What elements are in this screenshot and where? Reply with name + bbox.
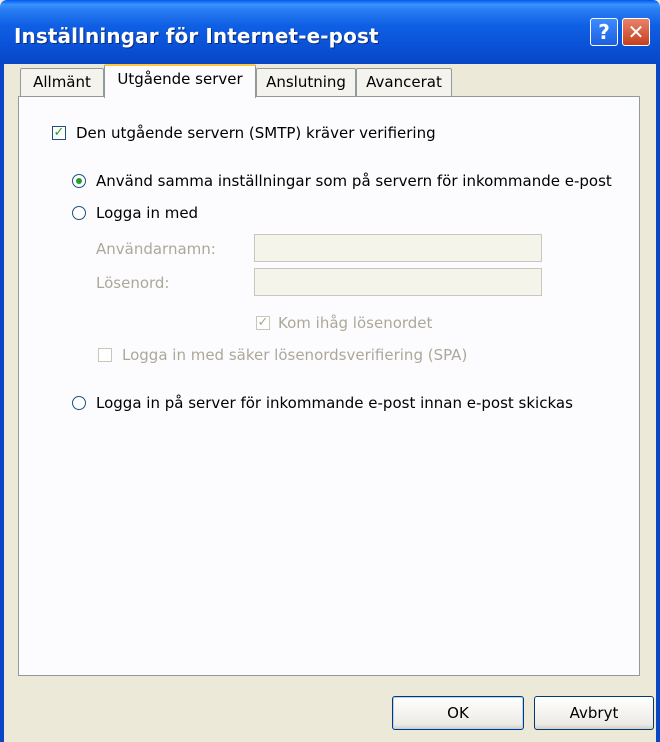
window-border-left [0,64,4,742]
help-button[interactable]: ? [590,18,618,46]
username-label: Användarnamn: [96,240,216,258]
help-icon: ? [598,20,610,44]
radio-login-with[interactable] [72,206,86,220]
tab-advanced[interactable]: Avancerat [356,68,452,96]
tab-outgoing-server[interactable]: Utgående server [104,64,256,98]
password-label: Lösenord: [96,274,170,292]
window-border-right [656,64,660,742]
cancel-button[interactable]: Avbryt [534,696,654,730]
password-field[interactable] [254,268,542,296]
ok-button[interactable]: OK [392,696,524,730]
smtp-auth-checkbox[interactable]: ✓ [52,126,66,140]
smtp-auth-label[interactable]: Den utgående servern (SMTP) kräver verif… [76,124,436,142]
radio-same-settings[interactable] [72,174,86,188]
radio-login-incoming-first[interactable] [72,396,86,410]
spa-checkbox[interactable] [98,348,112,362]
close-icon: ✕ [627,20,645,44]
username-field[interactable] [254,234,542,262]
spa-label: Logga in med säker lösenordsverifiering … [122,346,468,364]
close-button[interactable]: ✕ [622,18,650,46]
tab-general[interactable]: Allmänt [20,68,104,96]
window-title: Inställningar för Internet-e-post [14,24,379,48]
radio-login-incoming-first-label[interactable]: Logga in på server för inkommande e-post… [96,394,573,412]
remember-password-label: Kom ihåg lösenordet [278,314,433,332]
radio-same-settings-label[interactable]: Använd samma inställningar som på server… [96,172,612,190]
tab-connection[interactable]: Anslutning [256,68,356,96]
radio-login-with-label[interactable]: Logga in med [96,204,198,222]
remember-password-checkbox[interactable]: ✓ [256,316,270,330]
